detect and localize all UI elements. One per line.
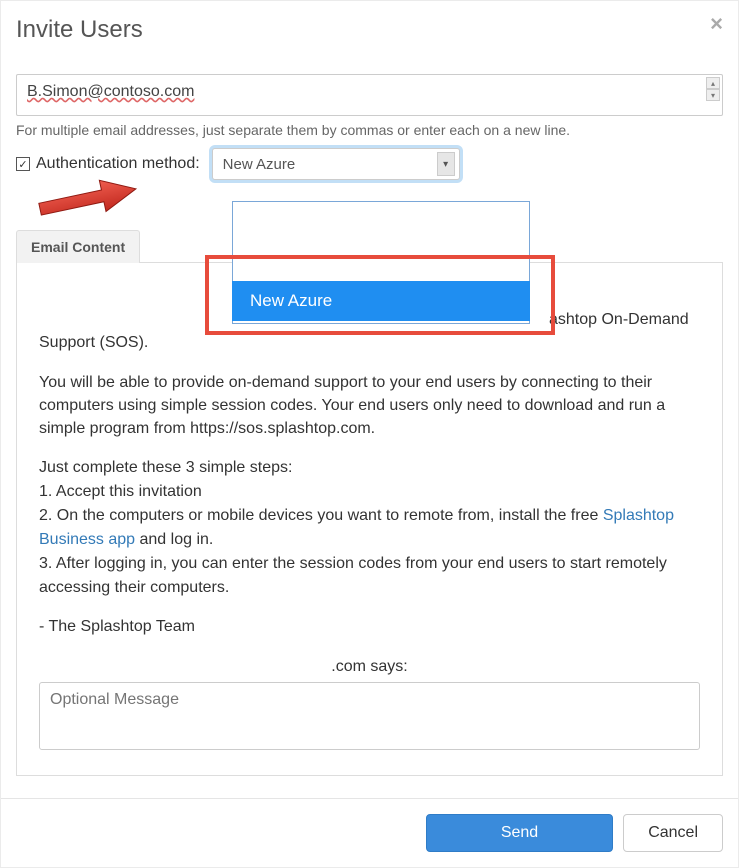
close-icon[interactable]: × xyxy=(710,13,723,35)
signoff: - The Splashtop Team xyxy=(39,618,700,636)
email-addresses-input[interactable]: B.Simon@contoso.com ▴ ▾ xyxy=(16,74,723,116)
email-input-wrap: B.Simon@contoso.com ▴ ▾ xyxy=(16,74,723,116)
auth-method-checkbox[interactable]: ✓ xyxy=(16,157,30,171)
email-content-panel: XXXXXXXXXXXXXXXXXXXXXXXXXXXXXXXXXXXXXXXX… xyxy=(16,262,723,776)
spinner-down-icon[interactable]: ▾ xyxy=(706,89,720,101)
dropdown-option-new-azure[interactable]: New Azure xyxy=(232,281,530,321)
textarea-scroll-spinner[interactable]: ▴ ▾ xyxy=(706,77,720,101)
content-para-2: You will be able to provide on-demand su… xyxy=(39,371,700,441)
tab-email-content[interactable]: Email Content xyxy=(16,230,140,263)
step-1: 1. Accept this invitation xyxy=(39,480,700,504)
says-text: .com says: xyxy=(39,658,700,676)
modal-footer: Send Cancel xyxy=(1,798,738,867)
invite-users-modal: Invite Users × B.Simon@contoso.com ▴ ▾ F… xyxy=(0,0,739,868)
auth-method-row: ✓ Authentication method: New Azure ▾ xyxy=(16,148,723,180)
email-hint-text: For multiple email addresses, just separ… xyxy=(16,122,723,138)
cancel-button[interactable]: Cancel xyxy=(623,814,723,852)
spinner-up-icon[interactable]: ▴ xyxy=(706,77,720,89)
content-steps: Just complete these 3 simple steps: 1. A… xyxy=(39,456,700,600)
auth-method-label: Authentication method: xyxy=(36,155,200,173)
modal-title: Invite Users xyxy=(16,16,723,44)
step-2: 2. On the computers or mobile devices yo… xyxy=(39,504,700,552)
steps-intro: Just complete these 3 simple steps: xyxy=(39,456,700,480)
modal-body: B.Simon@contoso.com ▴ ▾ For multiple ema… xyxy=(1,74,738,791)
email-value: B.Simon@contoso.com xyxy=(27,83,194,100)
auth-method-select[interactable]: New Azure ▾ xyxy=(212,148,460,180)
chevron-down-icon[interactable]: ▾ xyxy=(437,152,455,176)
step-3: 3. After logging in, you can enter the s… xyxy=(39,552,700,600)
send-button[interactable]: Send xyxy=(426,814,613,852)
optional-message-input[interactable] xyxy=(39,682,700,750)
modal-header: Invite Users × xyxy=(1,1,738,59)
auth-method-selected-value: New Azure xyxy=(223,156,296,173)
